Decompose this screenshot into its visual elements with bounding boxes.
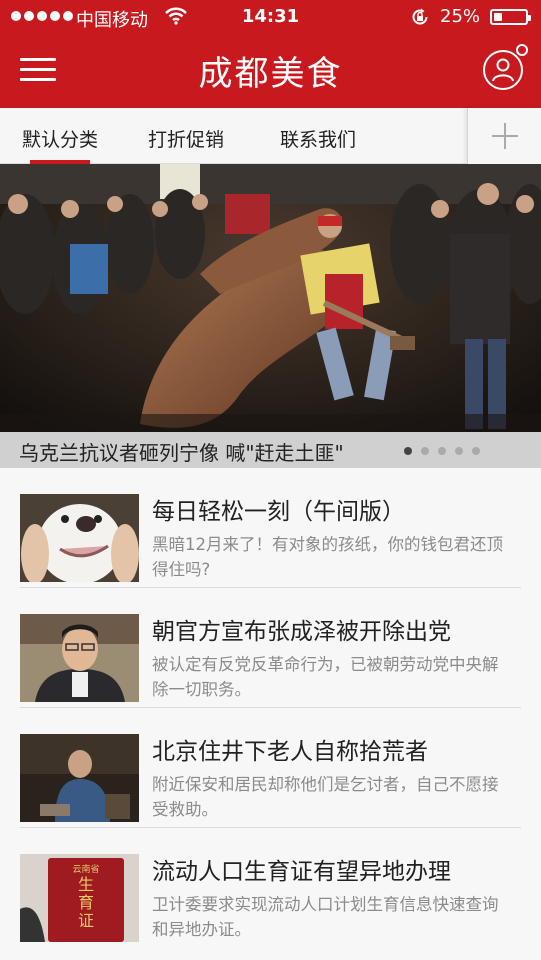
news-description: 附近保安和居民却称他们是乞讨者，自己不愿接受救助。 [152,775,499,819]
rotation-lock-icon [412,8,428,25]
page-title: 成都美食 [198,54,343,94]
booklet-text-1: 云南省 [72,863,99,875]
user-profile-icon[interactable] [483,50,523,90]
list-item[interactable]: 云南省 生 育 证 流动人口生育证有望异地办理 卫计委要求实现流动人口计划生育信… [0,828,541,948]
news-description: 被认定有反党反革命行为，已被朝劳动党中央解除一切职务。 [152,655,499,699]
news-thumbnail: 云南省 生 育 证 [20,854,139,942]
featured-carousel-image[interactable] [0,164,541,468]
carousel-caption-bar: 乌克兰抗议者砸列宁像 喊"赶走土匪" [0,432,541,468]
category-tabs: 默认分类 打折促销 联系我们 [0,108,541,164]
page-dot[interactable] [438,447,446,455]
battery-percent: 25% [440,6,481,27]
news-description: 卫计委要求实现流动人口计划生育信息快速查询和异地办证。 [152,895,499,939]
app-header: 成都美食 [0,34,541,108]
news-title: 北京住井下老人自称拾荒者 [152,739,428,765]
page-dot[interactable] [404,447,412,455]
battery-level [494,13,502,21]
news-thumbnail [20,614,139,702]
hero-photo [0,164,541,468]
notification-badge [516,44,528,56]
news-thumbnail [20,494,139,582]
list-item[interactable]: 每日轻松一刻（午间版） 黑暗12月来了！有对象的孩纸，你的钱包君还顶得住吗? [0,468,541,588]
page-dot[interactable] [472,447,480,455]
page-dot[interactable] [455,447,463,455]
battery-icon [490,9,531,25]
news-thumbnail [20,734,139,822]
news-list: 每日轻松一刻（午间版） 黑暗12月来了！有对象的孩纸，你的钱包君还顶得住吗? 朝… [0,468,541,960]
list-item[interactable]: 朝官方宣布张成泽被开除出党 被认定有反党反革命行为，已被朝劳动党中央解除一切职务… [0,588,541,708]
booklet-text-4: 证 [78,911,94,930]
tab-default-category[interactable]: 默认分类 [22,108,98,164]
page-dot[interactable] [421,447,429,455]
booklet-text-3: 育 [78,893,94,912]
tab-discount-promotion[interactable]: 打折促销 [148,108,224,164]
tab-contact-us[interactable]: 联系我们 [280,108,356,164]
list-item[interactable]: 北京住井下老人自称拾荒者 附近保安和居民却称他们是乞讨者，自己不愿接受救助。 [0,708,541,828]
booklet-text-2: 生 [78,875,94,894]
status-bar: 中国移动 14:31 25% [0,0,541,34]
add-tab-button[interactable] [467,108,541,164]
carousel-caption[interactable]: 乌克兰抗议者砸列宁像 喊"赶走土匪" [19,437,344,466]
news-title: 流动人口生育证有望异地办理 [152,859,451,885]
news-description: 黑暗12月来了！有对象的孩纸，你的钱包君还顶得住吗? [152,535,503,579]
news-title: 朝官方宣布张成泽被开除出党 [152,619,451,645]
news-title: 每日轻松一刻（午间版） [152,499,405,525]
hamburger-menu-icon[interactable] [20,58,56,84]
carousel-page-indicator [404,447,480,455]
